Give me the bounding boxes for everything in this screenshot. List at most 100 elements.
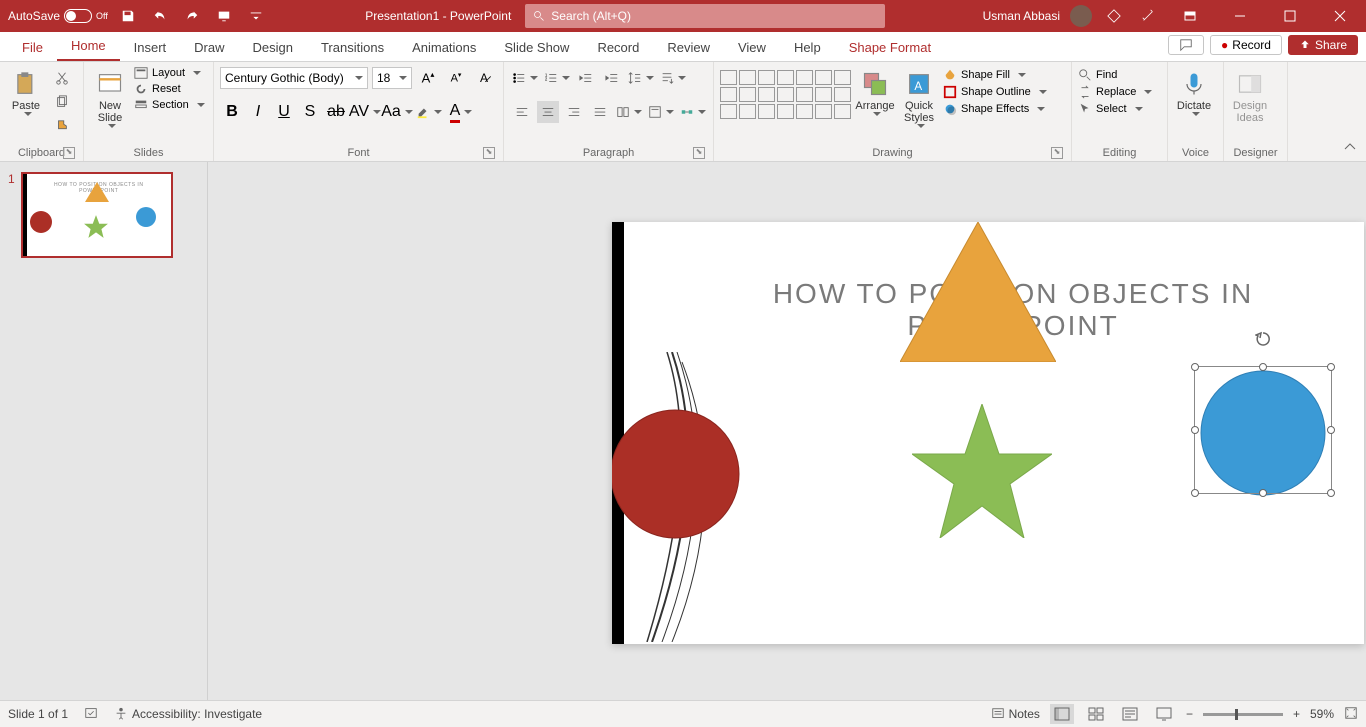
zoom-slider[interactable] xyxy=(1203,713,1283,716)
resize-handle-sw[interactable] xyxy=(1191,489,1199,497)
notes-button[interactable]: Notes xyxy=(991,707,1040,721)
resize-handle-nw[interactable] xyxy=(1191,363,1199,371)
undo-icon[interactable] xyxy=(148,4,172,28)
minimize-button[interactable] xyxy=(1220,0,1260,32)
autosave-toggle[interactable]: AutoSave Off xyxy=(8,9,108,23)
align-left-icon[interactable] xyxy=(511,101,533,123)
collapse-ribbon-icon[interactable] xyxy=(1342,139,1360,157)
slideshow-view-icon[interactable] xyxy=(1152,704,1176,724)
underline-icon[interactable]: U xyxy=(273,101,295,123)
numbering-icon[interactable]: 12 xyxy=(543,67,571,89)
tab-record[interactable]: Record xyxy=(583,34,653,61)
shape-effects-button[interactable]: Shape Effects xyxy=(943,102,1047,116)
reading-view-icon[interactable] xyxy=(1118,704,1142,724)
tab-draw[interactable]: Draw xyxy=(180,34,238,61)
resize-handle-w[interactable] xyxy=(1191,426,1199,434)
copy-icon[interactable] xyxy=(51,91,73,113)
tab-transitions[interactable]: Transitions xyxy=(307,34,398,61)
tab-design[interactable]: Design xyxy=(239,34,307,61)
design-ideas-button[interactable]: Design Ideas xyxy=(1230,66,1270,124)
section-button[interactable]: Section xyxy=(134,98,205,112)
text-direction-icon[interactable] xyxy=(659,67,687,89)
tab-file[interactable]: File xyxy=(8,34,57,61)
normal-view-icon[interactable] xyxy=(1050,704,1074,724)
save-icon[interactable] xyxy=(116,4,140,28)
slide-canvas-area[interactable]: HOW TO POSITION OBJECTS IN POWERPOINT xyxy=(208,162,1366,700)
highlight-icon[interactable] xyxy=(415,101,443,123)
format-painter-icon[interactable] xyxy=(51,115,73,137)
spellcheck-icon[interactable] xyxy=(84,706,98,723)
redo-icon[interactable] xyxy=(180,4,204,28)
font-size-combo[interactable]: 18 xyxy=(372,67,412,89)
decrease-font-icon[interactable]: A▾ xyxy=(445,67,467,89)
resize-handle-n[interactable] xyxy=(1259,363,1267,371)
tab-slideshow[interactable]: Slide Show xyxy=(490,34,583,61)
strikethrough-icon[interactable]: ab xyxy=(325,101,347,123)
resize-handle-se[interactable] xyxy=(1327,489,1335,497)
zoom-in-button[interactable]: + xyxy=(1293,707,1300,721)
font-color-icon[interactable]: A xyxy=(447,101,475,123)
share-button[interactable]: Share xyxy=(1288,35,1358,55)
rotate-handle-icon[interactable] xyxy=(1255,331,1271,347)
bold-icon[interactable]: B xyxy=(221,101,243,123)
shapes-gallery[interactable] xyxy=(720,70,851,119)
comments-button[interactable] xyxy=(1168,35,1204,55)
search-box[interactable]: Search (Alt+Q) xyxy=(525,4,885,28)
accessibility-status[interactable]: Accessibility: Investigate xyxy=(114,707,262,721)
close-button[interactable] xyxy=(1320,0,1360,32)
quick-styles-button[interactable]: A Quick Styles xyxy=(899,66,939,128)
drawing-launcher[interactable]: ⬊ xyxy=(1051,147,1063,159)
qat-customize-icon[interactable] xyxy=(244,4,268,28)
clipboard-launcher[interactable]: ⬊ xyxy=(63,147,75,159)
bullets-icon[interactable] xyxy=(511,67,539,89)
zoom-level[interactable]: 59% xyxy=(1310,707,1334,721)
increase-indent-icon[interactable] xyxy=(601,67,623,89)
font-launcher[interactable]: ⬊ xyxy=(483,147,495,159)
user-avatar[interactable] xyxy=(1070,5,1092,27)
justify-icon[interactable] xyxy=(589,101,611,123)
paste-button[interactable]: Paste xyxy=(6,66,46,116)
character-spacing-icon[interactable]: AV xyxy=(351,101,379,123)
columns-icon[interactable] xyxy=(615,101,643,123)
find-button[interactable]: Find xyxy=(1078,68,1117,82)
slide-counter[interactable]: Slide 1 of 1 xyxy=(8,707,68,721)
ribbon-display-icon[interactable] xyxy=(1170,0,1210,32)
new-slide-button[interactable]: New Slide xyxy=(90,66,130,128)
green-star-shape[interactable] xyxy=(912,404,1052,538)
tab-review[interactable]: Review xyxy=(653,34,724,61)
resize-handle-ne[interactable] xyxy=(1327,363,1335,371)
italic-icon[interactable]: I xyxy=(247,101,269,123)
user-name[interactable]: Usman Abbasi xyxy=(983,9,1060,23)
arrange-button[interactable]: Arrange xyxy=(855,66,895,116)
decrease-indent-icon[interactable] xyxy=(575,67,597,89)
align-right-icon[interactable] xyxy=(563,101,585,123)
tab-view[interactable]: View xyxy=(724,34,780,61)
align-text-icon[interactable] xyxy=(647,101,675,123)
resize-handle-s[interactable] xyxy=(1259,489,1267,497)
increase-font-icon[interactable]: A▴ xyxy=(417,67,439,89)
font-name-combo[interactable]: Century Gothic (Body) xyxy=(220,67,368,89)
slide-thumbnail-1[interactable]: HOW TO POSITION OBJECTS IN POWERPOINT xyxy=(21,172,173,258)
paragraph-launcher[interactable]: ⬊ xyxy=(693,147,705,159)
layout-button[interactable]: Layout xyxy=(134,66,205,80)
tab-insert[interactable]: Insert xyxy=(120,34,181,61)
red-circle-shape[interactable] xyxy=(612,409,740,539)
slide-sorter-view-icon[interactable] xyxy=(1084,704,1108,724)
dictate-button[interactable]: Dictate xyxy=(1174,66,1214,116)
zoom-out-button[interactable]: − xyxy=(1186,707,1193,721)
replace-button[interactable]: Replace xyxy=(1078,85,1152,99)
align-center-icon[interactable] xyxy=(537,101,559,123)
smartart-icon[interactable] xyxy=(679,101,707,123)
fit-to-window-icon[interactable] xyxy=(1344,706,1358,723)
tab-help[interactable]: Help xyxy=(780,34,835,61)
maximize-button[interactable] xyxy=(1270,0,1310,32)
record-button[interactable]: ●Record xyxy=(1210,35,1282,55)
resize-handle-e[interactable] xyxy=(1327,426,1335,434)
diamond-icon[interactable] xyxy=(1102,4,1126,28)
start-from-beginning-icon[interactable] xyxy=(212,4,236,28)
cut-icon[interactable] xyxy=(51,67,73,89)
tab-shape-format[interactable]: Shape Format xyxy=(835,34,945,61)
clear-formatting-icon[interactable]: A̷ xyxy=(473,67,495,89)
triangle-shape[interactable] xyxy=(900,222,1056,362)
shadow-icon[interactable]: S xyxy=(299,101,321,123)
